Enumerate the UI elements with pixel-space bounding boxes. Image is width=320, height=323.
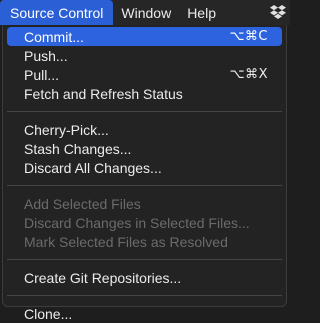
menu-item-add-selected: Add Selected Files	[7, 194, 282, 213]
source-control-menu: Commit... ⌥⌘C Push... Pull... ⌥⌘X Fetch …	[2, 25, 287, 322]
pull-shortcut: ⌥⌘X	[229, 67, 268, 82]
menu-item-discard-selected: Discard Changes in Selected Files...	[7, 213, 282, 232]
fetch-label: Fetch and Refresh Status	[24, 85, 183, 102]
commit-shortcut: ⌥⌘C	[229, 29, 268, 44]
discard-selected-label: Discard Changes in Selected Files...	[24, 214, 250, 231]
mark-resolved-label: Mark Selected Files as Resolved	[24, 233, 228, 250]
commit-label: Commit...	[24, 28, 84, 45]
menu-item-mark-resolved: Mark Selected Files as Resolved	[7, 232, 282, 251]
menu-item-discard-all[interactable]: Discard All Changes...	[7, 158, 282, 177]
clone-label: Clone...	[24, 305, 73, 322]
menubar-source-control[interactable]: Source Control	[0, 0, 114, 25]
discard-all-label: Discard All Changes...	[24, 159, 162, 176]
menu-separator	[7, 259, 282, 260]
stash-label: Stash Changes...	[24, 140, 132, 157]
menubar-window[interactable]: Window	[113, 0, 179, 25]
menu-item-push[interactable]: Push...	[7, 46, 282, 65]
menu-bar: Source Control Window Help	[0, 0, 290, 25]
menu-item-stash-changes[interactable]: Stash Changes...	[7, 139, 282, 158]
create-repos-label: Create Git Repositories...	[24, 269, 182, 286]
menu-separator	[7, 185, 282, 186]
menu-item-clone[interactable]: Clone...	[7, 304, 282, 323]
add-selected-label: Add Selected Files	[24, 195, 141, 212]
menu-separator	[7, 111, 282, 112]
menu-item-create-repos[interactable]: Create Git Repositories...	[7, 268, 282, 287]
menu-item-pull[interactable]: Pull... ⌥⌘X	[7, 65, 282, 84]
menu-item-commit[interactable]: Commit... ⌥⌘C	[7, 27, 282, 46]
menu-item-cherry-pick[interactable]: Cherry-Pick...	[7, 120, 282, 139]
menu-item-fetch-refresh[interactable]: Fetch and Refresh Status	[7, 84, 282, 103]
dropbox-icon[interactable]	[270, 5, 286, 19]
pull-label: Pull...	[24, 66, 60, 83]
cherry-pick-label: Cherry-Pick...	[24, 121, 109, 138]
menu-separator	[7, 295, 282, 296]
menubar-help[interactable]: Help	[179, 0, 224, 25]
push-label: Push...	[24, 47, 68, 64]
